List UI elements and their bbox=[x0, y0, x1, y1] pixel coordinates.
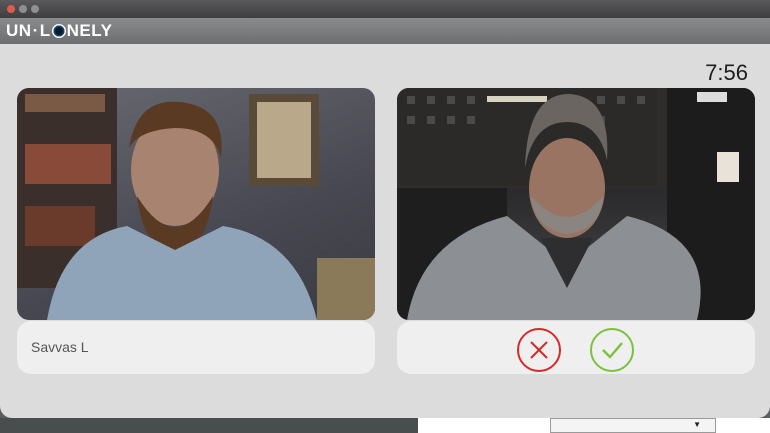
accept-call-button[interactable] bbox=[590, 328, 634, 372]
incoming-call-dialog: 7:56 Savvas L bbox=[0, 44, 770, 418]
close-window-button[interactable] bbox=[7, 5, 15, 13]
chevron-down-icon: ▼ bbox=[693, 420, 701, 429]
window-titlebar bbox=[0, 0, 770, 18]
self-video-feed bbox=[397, 88, 755, 320]
call-actions-card bbox=[397, 321, 755, 374]
background-dropdown[interactable]: ▼ bbox=[550, 418, 716, 433]
caller-name: Savvas L bbox=[31, 339, 89, 355]
minimize-window-button[interactable] bbox=[19, 5, 27, 13]
remote-video-image bbox=[17, 88, 375, 320]
zoom-window-button[interactable] bbox=[31, 5, 39, 13]
check-icon bbox=[602, 342, 623, 359]
caller-info-card: Savvas L bbox=[17, 321, 375, 374]
app-logo: UN·L NELY bbox=[6, 21, 113, 40]
close-icon bbox=[530, 341, 548, 359]
call-timer: 7:56 bbox=[705, 60, 748, 85]
decline-call-button[interactable] bbox=[517, 328, 561, 372]
remote-video-feed bbox=[17, 88, 375, 320]
self-video-image bbox=[397, 88, 755, 320]
brand-bar: UN·L NELY bbox=[0, 18, 770, 44]
lens-icon bbox=[51, 24, 66, 38]
